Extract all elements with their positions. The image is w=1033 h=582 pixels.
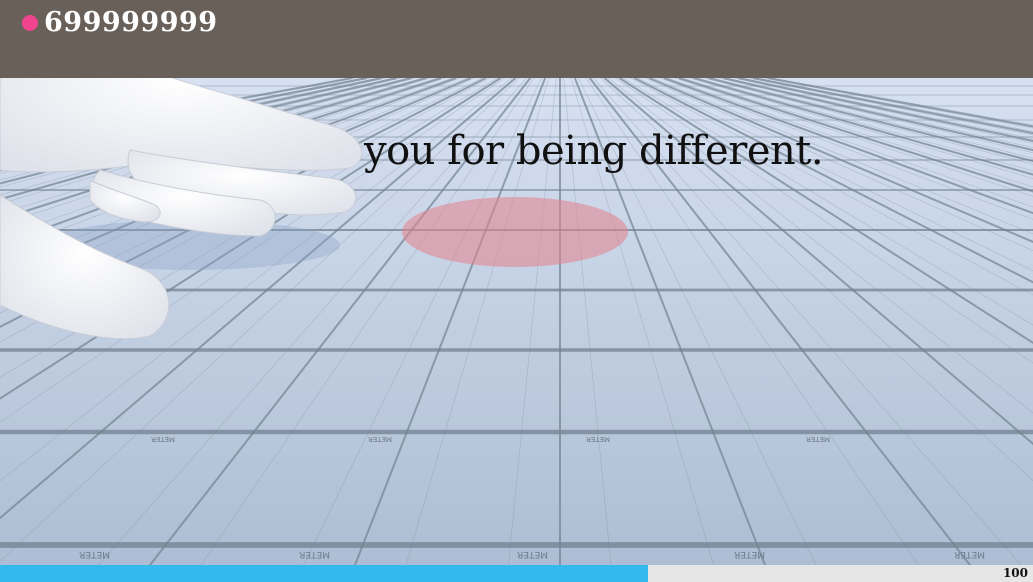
floor-meter-label: METER — [586, 435, 610, 443]
progress-label: 100 — [1002, 566, 1028, 580]
game-scene: METER METER METER METER METER METER METER METER… — [0, 19, 1033, 566]
top-bar: 699999999 — [0, 0, 1033, 78]
floor-meter-label: METER — [299, 549, 330, 559]
floor-meter-label: METER — [806, 435, 830, 443]
floor-meter-label: METER — [79, 549, 110, 559]
floor-meter-label: METER — [151, 435, 175, 443]
progress-fill — [0, 565, 648, 582]
progress-bar: 100 — [0, 565, 1033, 582]
floor-meter-label: METER — [517, 549, 548, 559]
score-value: 699999999 — [44, 7, 218, 38]
target-circle — [402, 197, 628, 267]
floor-meter-label: METER — [734, 549, 765, 559]
floor-meter-label: METER — [368, 435, 392, 443]
score-dot-icon — [22, 15, 38, 31]
floor-meter-label: METER — [954, 549, 985, 559]
score-display: 699999999 — [22, 6, 218, 40]
message-text: you for being different. — [364, 128, 824, 174]
